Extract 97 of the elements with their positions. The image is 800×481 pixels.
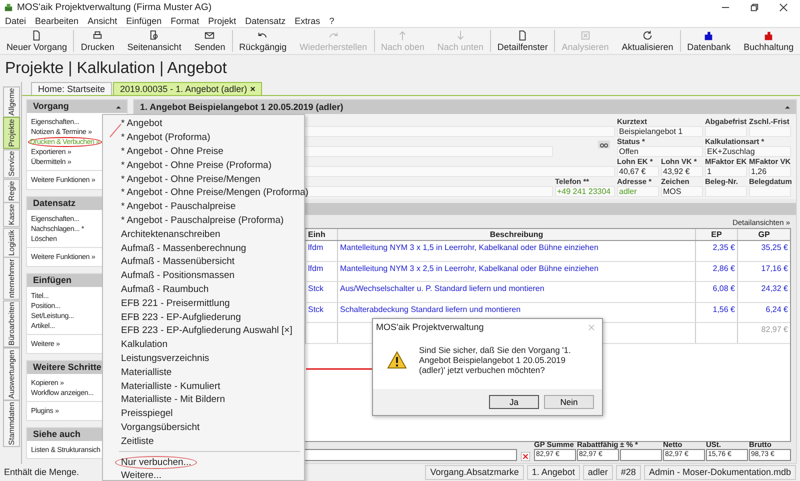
toolbar-button[interactable]: Aktualisieren (615, 28, 680, 54)
menu-item[interactable]: * Angebot - Ohne Preise (121, 146, 224, 157)
total-field (620, 449, 662, 461)
column-header[interactable]: EP (695, 229, 737, 240)
table-cell: Mantelleitung NYM 3 x 1,5 in Leerrohr, Kabelkanal oder Bühne einziehen (337, 241, 695, 260)
window-title: MOS'aik Projektverwaltung (Firma Muster AG) (17, 2, 212, 12)
printer-icon (92, 30, 104, 41)
toolbar-button[interactable]: Drucken (74, 28, 121, 54)
input-field[interactable]: 43,92 € (661, 166, 703, 177)
menu-item[interactable]: Nur verbuchen... (115, 456, 198, 469)
puzzle-icon (703, 30, 714, 41)
annotation-line (306, 368, 372, 370)
toolbar-button[interactable]: Seitenansicht (120, 28, 188, 54)
column-header[interactable]: GP (737, 229, 790, 240)
puzzle-icon (763, 30, 774, 41)
annotation-line (110, 124, 122, 138)
section-header: 1. Angebot Beispielangebot 1 20.05.2019 (adler) (134, 100, 796, 114)
status-text: adler (582, 465, 613, 480)
toolbar-button[interactable]: Rückgängig (232, 28, 294, 54)
dialog-title: MOS'aik Projektverwaltung (376, 322, 484, 332)
restore-icon[interactable] (750, 2, 759, 12)
menu-item[interactable]: Architektenanschreiben (121, 228, 220, 240)
status-text: #28 (616, 465, 641, 480)
column-header[interactable]: Beschreibung (337, 229, 695, 240)
menu-item[interactable]: Bearbeiten (35, 16, 79, 26)
table-cell: 6,24 € (737, 302, 790, 322)
menu-item[interactable]: Materialliste - Mit Bildern (121, 394, 225, 406)
menu-item[interactable]: Materialliste - Kumuliert (121, 380, 220, 392)
input-field[interactable]: Beispielangebot 1 (617, 126, 703, 137)
table-cell: 82,97 € (737, 323, 790, 342)
arrow-up-icon (397, 30, 408, 41)
menu-item[interactable]: * Angebot (121, 118, 162, 130)
envelope-icon (204, 30, 216, 41)
menu-item[interactable]: Kalkulation (121, 339, 168, 350)
menu-item[interactable]: * Angebot - Ohne Preise (Proforma) (121, 160, 272, 171)
warning-icon (387, 351, 407, 369)
arrow-down-icon (454, 30, 466, 41)
table-cell: 1,56 € (695, 302, 737, 322)
menu-item[interactable]: Ansicht (88, 16, 118, 26)
menu-item[interactable]: ? (329, 16, 334, 26)
dialog-button[interactable]: Nein (544, 395, 594, 409)
toolbar-button[interactable]: Senden (188, 28, 232, 54)
collapse-icon[interactable] (785, 105, 790, 109)
menu-item[interactable]: EFB 221 - Preisermittlung (121, 298, 230, 309)
toolbar-button[interactable]: Datenbank (680, 28, 738, 54)
menu-item[interactable]: Datei (5, 16, 26, 26)
table-cell: 24,32 € (737, 282, 790, 302)
status-text: 1. Angebot (526, 465, 580, 480)
menu-item[interactable]: Einfügen (126, 16, 162, 26)
toolbar-button[interactable]: Buchhaltung (737, 28, 800, 54)
glasses-icon[interactable] (598, 140, 610, 149)
toolbar-button[interactable]: Neuer Vorgang (0, 28, 74, 54)
toolbar-button[interactable]: Detailfenster (490, 28, 554, 54)
menu-item[interactable]: Aufmaß - Massenübersicht (121, 256, 235, 268)
menu-item[interactable]: * Angebot - Ohne Preise/Mengen (121, 174, 260, 185)
menu-item[interactable]: Preisspiegel (121, 408, 173, 420)
menu-item[interactable]: Leistungsverzeichnis (121, 352, 210, 364)
document-icon (517, 30, 528, 41)
app-icon (4, 2, 13, 12)
document-tab[interactable]: 2019.00035 - 1. Angebot (adler) × (113, 82, 262, 95)
table-cell: 6,08 € (695, 282, 737, 302)
menu-item[interactable]: Format (170, 16, 200, 26)
menu-item[interactable]: * Angebot - Ohne Preise/Mengen (Proforma) (121, 187, 308, 198)
input-field[interactable]: EK+Zuschlag (705, 146, 791, 157)
document-icon (31, 30, 42, 41)
status-text: Enthält die Menge. (4, 466, 80, 479)
refresh-icon (642, 30, 653, 41)
input-field[interactable]: 1,26 (749, 166, 791, 177)
status-text: Vorgang.Absatzmarke (425, 465, 524, 480)
table-cell: 17,16 € (737, 262, 790, 281)
dialog-button[interactable]: Ja (489, 395, 539, 409)
menu-item[interactable]: * Angebot (Proforma) (121, 132, 210, 144)
magnifier-icon (148, 30, 160, 41)
page-heading: Projekte | Kalkulation | Angebot (4, 58, 228, 78)
table-cell: Aus/Wechselschalter u. P. Standard liefern und montieren (337, 282, 695, 302)
menu-item[interactable]: Datensatz (245, 16, 286, 26)
table-cell: 35,25 € (737, 241, 790, 260)
input-field[interactable]: Offen (617, 146, 703, 157)
input-field[interactable]: 1 (705, 166, 747, 177)
menu-item[interactable]: Projekt (208, 16, 236, 26)
menu-item[interactable]: * Angebot - Pauschalpreise (Proforma) (121, 214, 284, 226)
menu-item[interactable]: Extras (294, 16, 320, 26)
table-cell: Mantelleitung NYM 3 x 2,5 in Leerrohr, Kabelkanal oder Bühne einziehen (337, 262, 695, 281)
table-cell: 2,35 € (695, 241, 737, 260)
menu-item[interactable]: Aufmaß - Massenberechnung (121, 242, 246, 254)
section-header[interactable]: Vorgang (27, 100, 127, 113)
status-text: Admin - Moser-Dokumentation.mdb (644, 465, 796, 480)
menu-item[interactable]: EFB 223 - EP-Aufgliederung Auswahl [×] (121, 325, 292, 336)
close-icon[interactable] (779, 2, 788, 12)
menu-item[interactable]: EFB 223 - EP-Aufgliederung (121, 312, 241, 323)
dialog-message: Sind Sie sicher, daß Sie den Vorgang '1. Angebot Beispielangebot 1 20.05.2019 (adler)' jetzt verbuchen möchten? (419, 345, 572, 377)
collapse-icon[interactable] (116, 105, 121, 109)
input-field[interactable]: 40,67 € (617, 166, 659, 177)
document-tab[interactable]: Home: Startseite (31, 82, 112, 95)
menu-item[interactable]: Weitere... (121, 470, 162, 481)
input-field[interactable]: MOS (661, 186, 703, 197)
table-cell: 2,86 € (695, 262, 737, 281)
